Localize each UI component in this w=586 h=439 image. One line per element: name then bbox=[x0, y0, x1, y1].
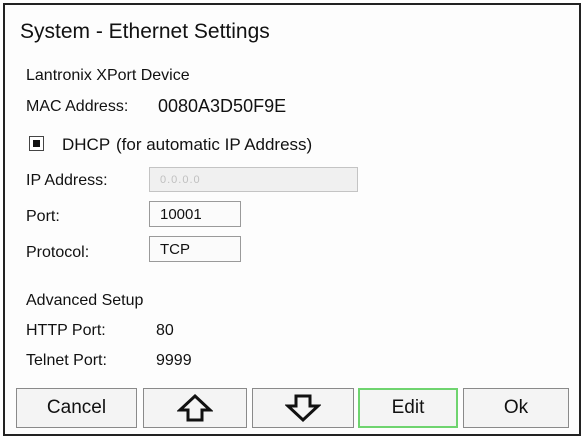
telnet-port-label: Telnet Port: bbox=[26, 352, 107, 369]
down-button[interactable] bbox=[252, 388, 354, 428]
ip-address-field[interactable]: 0.0.0.0 bbox=[149, 167, 358, 192]
device-name: Lantronix XPort Device bbox=[26, 67, 190, 84]
ok-button-label: Ok bbox=[503, 397, 529, 418]
page-title: System - Ethernet Settings bbox=[20, 20, 270, 43]
mac-address-value: 0080A3D50F9E bbox=[158, 96, 287, 116]
dhcp-hint: (for automatic IP Address) bbox=[116, 135, 313, 154]
advanced-setup-heading: Advanced Setup bbox=[26, 292, 144, 309]
checkbox-checked-mark bbox=[33, 140, 40, 147]
arrow-up-icon bbox=[177, 393, 213, 422]
telnet-port-value: 9999 bbox=[156, 352, 192, 369]
mac-address-label: MAC Address: bbox=[26, 98, 129, 115]
ok-button[interactable]: Ok bbox=[463, 388, 569, 428]
http-port-label: HTTP Port: bbox=[26, 322, 106, 339]
protocol-field[interactable]: TCP bbox=[149, 236, 241, 262]
port-label: Port: bbox=[26, 208, 60, 225]
ip-address-label: IP Address: bbox=[26, 172, 108, 189]
dhcp-checkbox[interactable] bbox=[29, 136, 44, 151]
port-field[interactable]: 10001 bbox=[149, 201, 241, 227]
cancel-button-label: Cancel bbox=[46, 397, 107, 418]
edit-button-label: Edit bbox=[391, 397, 425, 418]
up-button[interactable] bbox=[143, 388, 247, 428]
cancel-button[interactable]: Cancel bbox=[16, 388, 137, 428]
dhcp-label[interactable]: DHCP bbox=[62, 135, 110, 155]
edit-button[interactable]: Edit bbox=[358, 388, 458, 428]
arrow-down-icon bbox=[285, 394, 321, 423]
protocol-label: Protocol: bbox=[26, 244, 90, 261]
http-port-value: 80 bbox=[156, 322, 174, 339]
